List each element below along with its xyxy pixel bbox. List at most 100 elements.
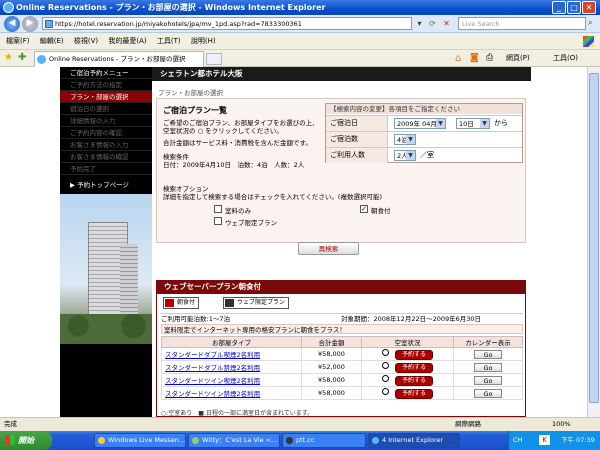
room-only-checkbox[interactable] [214, 205, 222, 213]
sidebar-item-complete: 予約完了 [60, 163, 152, 175]
guests-select[interactable]: 2人 ▼ [394, 150, 416, 161]
search-input[interactable]: Live Search [458, 17, 586, 30]
sidebar-item-top-page[interactable]: ▶ 予約トップページ [60, 179, 152, 191]
table-row: スタンダードツイン禁煙2名利用 ¥58,000 予約する Go [161, 386, 523, 400]
hotel-trees [60, 314, 152, 344]
go-button[interactable]: Go [474, 362, 502, 372]
page-icon [45, 20, 53, 28]
start-button[interactable]: 開始 [0, 431, 52, 450]
breakfast-label: 朝食付 [371, 207, 391, 215]
taskbar-item-ptt[interactable]: ptt.cc [282, 433, 366, 448]
keyboard-icon[interactable]: K [539, 435, 550, 445]
taskbar-item-ie[interactable]: 4 Internet Explorer [368, 433, 460, 448]
web-only-label: ウェブ限定プラン [225, 219, 277, 227]
available-circle-icon[interactable] [381, 374, 389, 382]
scrollbar-thumb[interactable] [589, 73, 599, 403]
nights-label: ご宿泊数 [326, 132, 388, 147]
sidebar-item-plan-room: プラン・部屋の選択 [60, 91, 152, 103]
ie-icon [372, 437, 379, 444]
plan-info: ご利用可能泊数:1〜7泊 対象期間：2008年12月22日〜2009年6月30日 [161, 313, 523, 323]
availability-legend: ○:空室あり ■:日程の一部に満室日が含まれています。 [161, 410, 314, 417]
page-menu[interactable]: 網頁(P) [506, 52, 530, 65]
available-circle-icon[interactable] [381, 348, 389, 356]
refresh-icon[interactable]: ⟳ [427, 18, 438, 29]
menu-help[interactable]: 說明(H) [191, 33, 216, 50]
close-button[interactable]: ✕ [582, 1, 596, 14]
col-availability: 空室状況 [361, 336, 454, 348]
room-name-link[interactable]: スタンダードダブル禁煙2名利用 [161, 360, 302, 374]
reserve-button[interactable]: 予約する [394, 362, 433, 373]
reserve-button[interactable]: 予約する [394, 388, 433, 399]
web-only-checkbox[interactable] [214, 217, 222, 225]
url-field[interactable]: https://hotel.reservation.jp/miyakohotel… [42, 17, 412, 30]
zoom-level[interactable]: 100% [552, 418, 571, 431]
go-button[interactable]: Go [474, 349, 502, 359]
room-name-link[interactable]: スタンダードツイン禁煙2名利用 [161, 386, 302, 400]
forward-button[interactable]: ▶ [22, 16, 38, 32]
plan-title: ウェブセーバープラン朝食付 [156, 280, 526, 294]
table-row: スタンダードダブル喫煙2名利用 ¥58,000 予約する Go [161, 347, 523, 361]
room-price: ¥58,000 [301, 386, 362, 400]
breakfast-badge: 朝食付 [163, 297, 200, 309]
new-tab-button[interactable] [206, 53, 222, 65]
day-select[interactable]: 10日 ▼ [456, 118, 490, 129]
favorites-star-icon[interactable]: ★ [4, 52, 13, 63]
vertical-scrollbar[interactable] [587, 67, 600, 417]
breakfast-checkbox[interactable]: ✓ [360, 205, 368, 213]
tab-bar: ★ ✚ Online Reservations - プラン・お部屋の選択 ⌂ ◙… [0, 50, 600, 67]
hotel-name: シェラトン都ホテル大阪 [152, 67, 531, 81]
taskbar-item-messenger[interactable]: Windows Live Messen... [94, 433, 186, 448]
description-line-2: 空室状況の ○ をクリックしてください。 [163, 127, 283, 135]
chevron-down-icon: ▼ [406, 135, 415, 144]
menu-view[interactable]: 檢視(V) [74, 33, 98, 50]
address-dropdown-icon[interactable]: ▾ [414, 18, 425, 29]
search-icon[interactable]: ⌕ [588, 18, 598, 29]
room-price: ¥58,000 [301, 347, 362, 361]
availability-cell: 予約する [361, 386, 454, 400]
guests-row: ご利用人数 2人 ▼ ／室 [326, 147, 522, 163]
table-row: スタンダードダブル禁煙2名利用 ¥52,000 予約する Go [161, 360, 523, 374]
col-total: 合計金額 [301, 336, 362, 348]
windows-flag-icon [5, 435, 15, 445]
tools-menu[interactable]: 工具(O) [553, 52, 578, 65]
description-line-1: ご希望のご宿泊プラン、お部屋タイプをお選びの上、 [163, 119, 319, 127]
availability-cell: 予約する [361, 360, 454, 374]
tab-current[interactable]: Online Reservations - プラン・お部屋の選択 [34, 51, 204, 67]
maximize-button[interactable]: □ [567, 1, 581, 14]
month-select[interactable]: 2009年 04月 ▼ [394, 118, 446, 129]
menu-edit[interactable]: 編輯(E) [40, 33, 64, 50]
nights-row: ご宿泊数 4泊 ▼ [326, 131, 522, 147]
print-icon[interactable]: ⎙ [486, 52, 493, 65]
go-button[interactable]: Go [474, 375, 502, 385]
language-indicator[interactable]: CH [513, 431, 522, 450]
available-circle-icon[interactable] [381, 361, 389, 369]
web-only-badge: ウェブ限定プラン [223, 297, 290, 309]
minimize-button[interactable]: _ [552, 1, 566, 14]
calendar-cell: Go [453, 386, 523, 400]
nights-select[interactable]: 4泊 ▼ [394, 134, 416, 145]
terminal-icon [286, 437, 293, 444]
menu-tools[interactable]: 工具(T) [157, 33, 181, 50]
back-button[interactable]: ◀ [4, 16, 20, 32]
home-icon[interactable]: ⌂ [455, 52, 461, 65]
calendar-cell: Go [453, 373, 523, 387]
room-name-link[interactable]: スタンダードダブル喫煙2名利用 [161, 347, 302, 361]
available-circle-icon[interactable] [381, 387, 389, 395]
taskbar-item-label: ptt.cc [296, 436, 315, 444]
calendar-cell: Go [453, 360, 523, 374]
go-button[interactable]: Go [474, 388, 502, 398]
menu-file[interactable]: 檔案(F) [6, 33, 30, 50]
breadcrumb: プラン・お部屋の選択 [158, 89, 223, 97]
date-suffix: から [494, 119, 508, 127]
taskbar-item-witty[interactable]: Witty：C'est La Vie <... [188, 433, 280, 448]
reserve-button[interactable]: 予約する [394, 349, 433, 360]
feed-icon[interactable]: ◙ [470, 52, 479, 65]
stop-icon[interactable]: ✕ [441, 18, 452, 29]
add-favorites-icon[interactable]: ✚ [18, 52, 26, 63]
window-title: Online Reservations - プラン・お部屋の選択 - Windo… [16, 3, 326, 12]
menu-favorites[interactable]: 我的最愛(A) [108, 33, 146, 50]
room-name-link[interactable]: スタンダードツイン喫煙2名利用 [161, 373, 302, 387]
system-tray: CH K 下午 07:39 [508, 431, 600, 450]
reserve-button[interactable]: 予約する [394, 375, 433, 386]
research-button[interactable]: 再検索 [298, 242, 359, 255]
